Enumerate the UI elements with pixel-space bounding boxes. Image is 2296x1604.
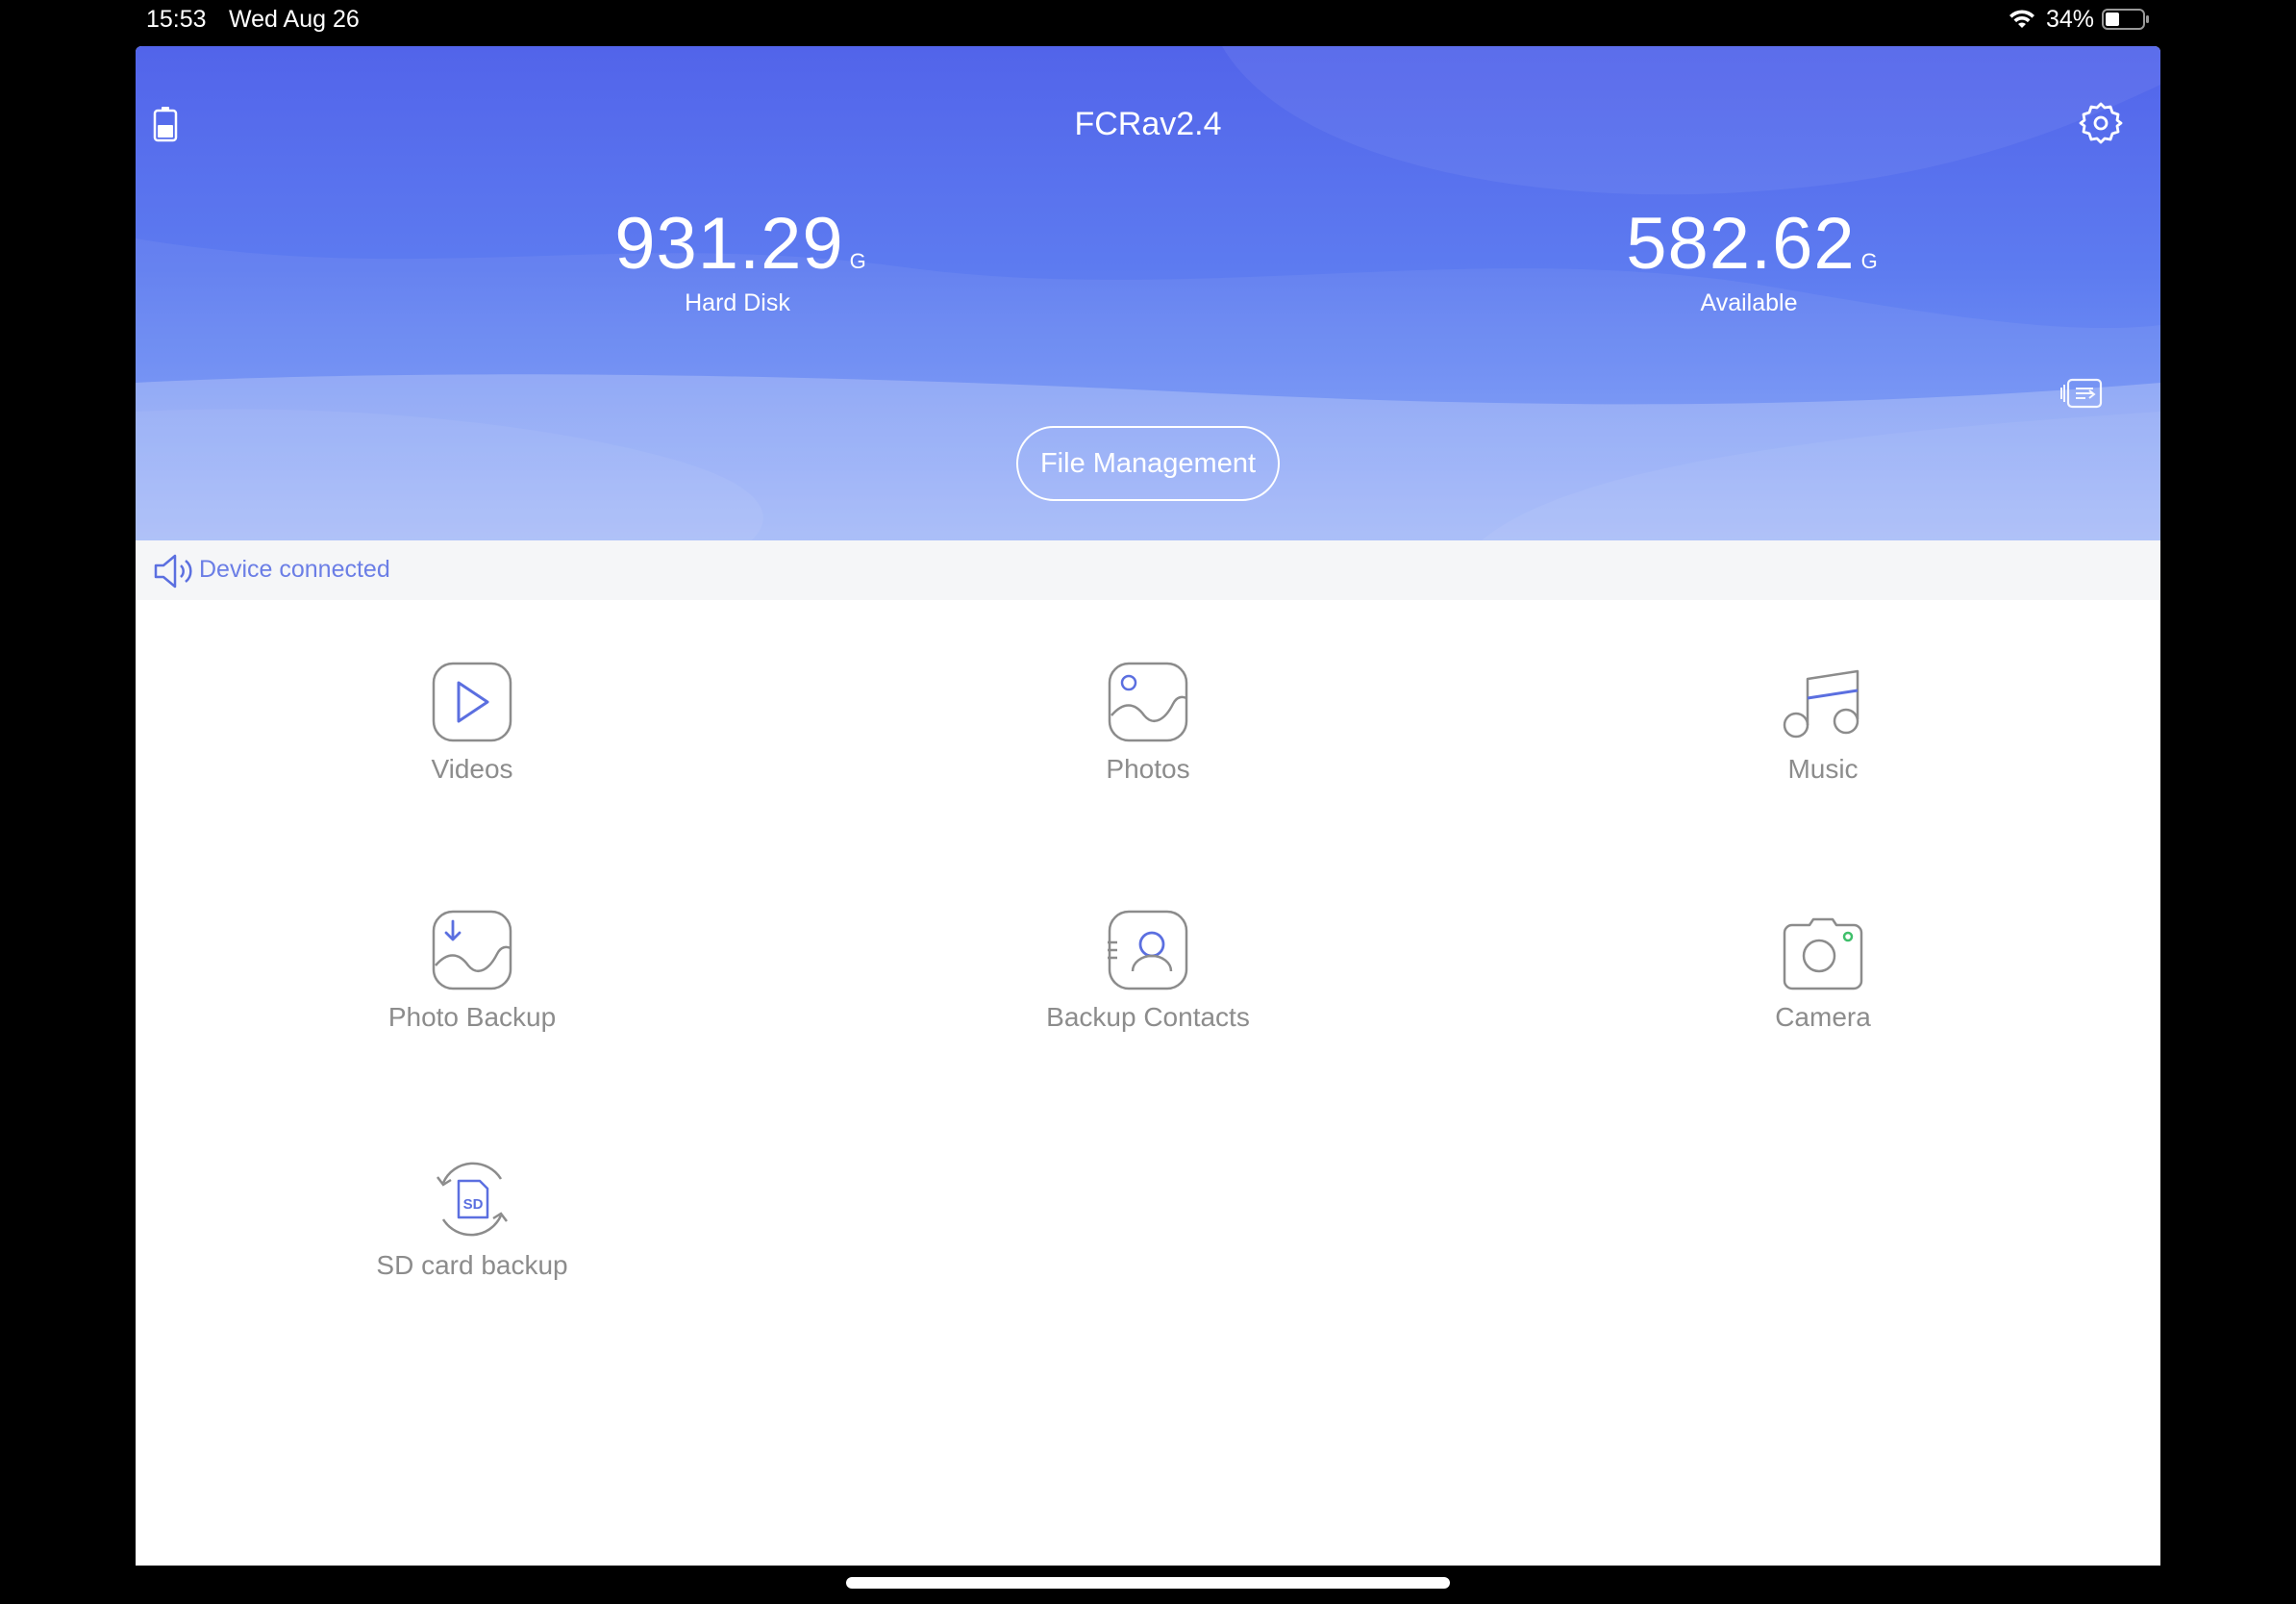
- camera-label: Camera: [1775, 1002, 1871, 1032]
- camera-icon: [1783, 917, 1863, 990]
- contact-person-icon: [1108, 910, 1188, 990]
- app-title: FCRav2.4: [1074, 106, 1222, 142]
- available-label: Available: [1700, 289, 1798, 316]
- speaker-icon: [154, 554, 192, 589]
- status-bar: 15:53 Wed Aug 26 34%: [0, 0, 2296, 42]
- available-value: 582.62: [1626, 203, 1856, 285]
- file-management-button[interactable]: File Management: [1016, 426, 1280, 501]
- wifi-icon: [2009, 10, 2034, 28]
- backup-contacts-tile[interactable]: Backup Contacts: [1004, 908, 1292, 1033]
- photo-backup-tile[interactable]: Photo Backup: [328, 908, 616, 1033]
- photo-landscape-icon: [1108, 662, 1188, 742]
- camera-tile[interactable]: Camera: [1679, 908, 1967, 1033]
- music-note-icon: [1783, 669, 1859, 739]
- available-stat: 582.62 G Available: [1557, 202, 1941, 317]
- device-connected-text: Device connected: [199, 556, 390, 583]
- video-play-icon: [432, 662, 512, 742]
- videos-tile[interactable]: Videos: [328, 660, 616, 785]
- status-date: Wed Aug 26: [229, 6, 360, 33]
- sd-card-backup-label: SD card backup: [376, 1250, 568, 1280]
- app-window: FCRav2.4 931.29 G Hard Disk 582.62 G Avail…: [136, 46, 2160, 1566]
- music-tile[interactable]: Music: [1679, 660, 1967, 785]
- hard-disk-unit: G: [849, 249, 866, 273]
- sd-badge-text: SD: [463, 1196, 484, 1213]
- storage-header: FCRav2.4 931.29 G Hard Disk 582.62 G Avail…: [136, 46, 2160, 540]
- connection-notice: Device connected: [136, 540, 2160, 600]
- photo-download-icon: [432, 910, 512, 990]
- backup-contacts-label: Backup Contacts: [1046, 1002, 1250, 1032]
- photos-tile[interactable]: Photos: [1004, 660, 1292, 785]
- battery-icon: [2102, 9, 2149, 30]
- status-time: 15:53: [146, 6, 207, 33]
- hard-disk-value: 931.29: [614, 203, 844, 285]
- settings-gear-icon[interactable]: [2078, 100, 2124, 146]
- switch-device-icon[interactable]: [2060, 377, 2105, 410]
- music-label: Music: [1787, 754, 1859, 784]
- available-unit: G: [1860, 249, 1878, 273]
- home-indicator[interactable]: [846, 1577, 1450, 1589]
- sd-card-sync-icon: SD: [437, 1162, 508, 1237]
- hard-disk-stat: 931.29 G Hard Disk: [545, 202, 930, 317]
- sd-card-backup-tile[interactable]: SD SD card backup: [328, 1156, 616, 1281]
- videos-label: Videos: [431, 754, 513, 784]
- battery-percent: 34%: [2046, 6, 2095, 33]
- hard-disk-label: Hard Disk: [685, 289, 790, 316]
- photo-backup-label: Photo Backup: [387, 1002, 557, 1032]
- photos-label: Photos: [1106, 754, 1190, 784]
